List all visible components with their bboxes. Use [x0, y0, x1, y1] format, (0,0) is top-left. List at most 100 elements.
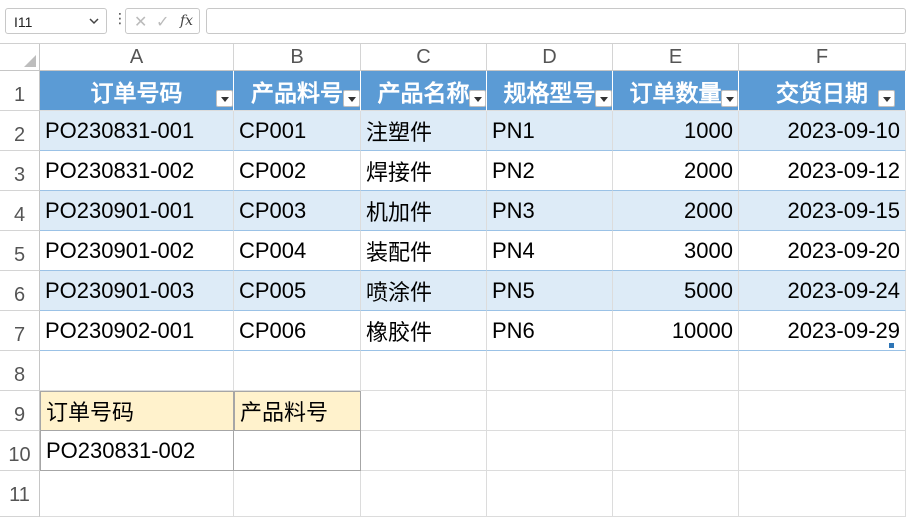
table-cell[interactable]: 机加件	[361, 191, 487, 231]
formula-bar: I11 ⋮ ✕ ✓ fx	[0, 0, 906, 44]
cell-b11[interactable]	[234, 471, 361, 517]
table-cell[interactable]: 橡胶件	[361, 311, 487, 351]
select-all-corner[interactable]	[0, 44, 40, 71]
enter-icon[interactable]: ✓	[156, 12, 169, 32]
table-cell[interactable]: 2023-09-24	[739, 271, 906, 311]
table-cell[interactable]: PO230831-001	[40, 111, 234, 151]
table-cell[interactable]: 喷涂件	[361, 271, 487, 311]
table-cell[interactable]: 2023-09-29	[739, 311, 906, 351]
cell-f11[interactable]	[739, 471, 906, 517]
table-cell[interactable]: CP003	[234, 191, 361, 231]
row-header-5[interactable]: 5	[0, 231, 40, 271]
cell-e8[interactable]	[613, 351, 739, 391]
filter-dropdown-icon[interactable]	[721, 90, 738, 107]
table-cell[interactable]: 2023-09-15	[739, 191, 906, 231]
table-cell[interactable]: 10000	[613, 311, 739, 351]
table-cell[interactable]: 装配件	[361, 231, 487, 271]
table-cell[interactable]: PN5	[487, 271, 613, 311]
worksheet-grid[interactable]: 订单号码 产品料号 产品名称 规格型号 订单数量 交货日期 PO230831-0…	[40, 71, 906, 517]
row-header-7[interactable]: 7	[0, 311, 40, 351]
name-box-value: I11	[14, 14, 33, 30]
row-header-9[interactable]: 9	[0, 391, 40, 431]
column-header-e[interactable]: E	[613, 44, 739, 71]
cell-c10[interactable]	[361, 431, 487, 471]
row-header-6[interactable]: 6	[0, 271, 40, 311]
table-cell[interactable]: PO230901-002	[40, 231, 234, 271]
table-cell[interactable]: PO230901-003	[40, 271, 234, 311]
table-cell[interactable]: CP001	[234, 111, 361, 151]
header-label: 交货日期	[776, 79, 868, 106]
column-header-f[interactable]: F	[739, 44, 906, 71]
table-header-cell[interactable]: 产品料号	[234, 71, 361, 111]
chevron-down-icon[interactable]	[88, 15, 100, 27]
row-header-11[interactable]: 11	[0, 471, 40, 517]
row-header-2[interactable]: 2	[0, 111, 40, 151]
table-cell[interactable]: PN1	[487, 111, 613, 151]
table-cell[interactable]: CP004	[234, 231, 361, 271]
table-cell[interactable]: 注塑件	[361, 111, 487, 151]
cell-a8[interactable]	[40, 351, 234, 391]
column-header-a[interactable]: A	[40, 44, 234, 71]
lookup-key-label[interactable]: 订单号码	[40, 391, 234, 431]
column-header-b[interactable]: B	[234, 44, 361, 71]
table-cell[interactable]: 3000	[613, 231, 739, 271]
table-cell[interactable]: PO230902-001	[40, 311, 234, 351]
cell-e10[interactable]	[613, 431, 739, 471]
filter-dropdown-icon[interactable]	[343, 90, 360, 107]
table-cell[interactable]: PO230901-001	[40, 191, 234, 231]
lookup-key-input[interactable]: PO230831-002	[40, 431, 234, 471]
header-label: 订单数量	[629, 79, 722, 106]
table-cell[interactable]: CP006	[234, 311, 361, 351]
table-cell[interactable]: 2023-09-10	[739, 111, 906, 151]
table-cell[interactable]: 2000	[613, 191, 739, 231]
cell-e9[interactable]	[613, 391, 739, 431]
table-cell[interactable]: 2000	[613, 151, 739, 191]
cell-f8[interactable]	[739, 351, 906, 391]
cell-d8[interactable]	[487, 351, 613, 391]
row-header-1[interactable]: 1	[0, 71, 40, 111]
cell-f10[interactable]	[739, 431, 906, 471]
table-cell[interactable]: PN3	[487, 191, 613, 231]
table-cell[interactable]: 1000	[613, 111, 739, 151]
table-cell[interactable]: PN4	[487, 231, 613, 271]
row-header-3[interactable]: 3	[0, 151, 40, 191]
filter-dropdown-icon[interactable]	[878, 90, 895, 107]
formula-input[interactable]	[206, 8, 906, 34]
cell-d11[interactable]	[487, 471, 613, 517]
row-header-4[interactable]: 4	[0, 191, 40, 231]
cell-c11[interactable]	[361, 471, 487, 517]
table-cell[interactable]: 2023-09-12	[739, 151, 906, 191]
filter-dropdown-icon[interactable]	[469, 90, 486, 107]
table-resize-handle[interactable]	[889, 343, 894, 348]
name-box[interactable]: I11	[5, 8, 107, 34]
filter-dropdown-icon[interactable]	[216, 90, 233, 107]
table-cell[interactable]: PO230831-002	[40, 151, 234, 191]
insert-function-icon[interactable]: fx	[180, 13, 193, 29]
table-cell[interactable]: PN2	[487, 151, 613, 191]
filter-dropdown-icon[interactable]	[595, 90, 612, 107]
column-headers: A B C D E F	[40, 44, 906, 71]
cell-d10[interactable]	[487, 431, 613, 471]
lookup-value-label[interactable]: 产品料号	[234, 391, 361, 431]
table-cell[interactable]: PN6	[487, 311, 613, 351]
table-cell[interactable]: CP005	[234, 271, 361, 311]
cell-c8[interactable]	[361, 351, 487, 391]
row-header-8[interactable]: 8	[0, 351, 40, 391]
formula-buttons: ✕ ✓ fx	[125, 8, 200, 34]
table-header-cell[interactable]: 订单号码	[40, 71, 234, 111]
cell-d9[interactable]	[487, 391, 613, 431]
cell-e11[interactable]	[613, 471, 739, 517]
column-header-c[interactable]: C	[361, 44, 487, 71]
cell-b8[interactable]	[234, 351, 361, 391]
table-cell[interactable]: 焊接件	[361, 151, 487, 191]
table-cell[interactable]: 5000	[613, 271, 739, 311]
column-header-d[interactable]: D	[487, 44, 613, 71]
row-header-10[interactable]: 10	[0, 431, 40, 471]
cancel-icon[interactable]: ✕	[134, 12, 147, 32]
table-cell[interactable]: 2023-09-20	[739, 231, 906, 271]
cell-f9[interactable]	[739, 391, 906, 431]
cell-c9[interactable]	[361, 391, 487, 431]
table-cell[interactable]: CP002	[234, 151, 361, 191]
lookup-result-cell[interactable]	[234, 431, 361, 471]
cell-a11[interactable]	[40, 471, 234, 517]
